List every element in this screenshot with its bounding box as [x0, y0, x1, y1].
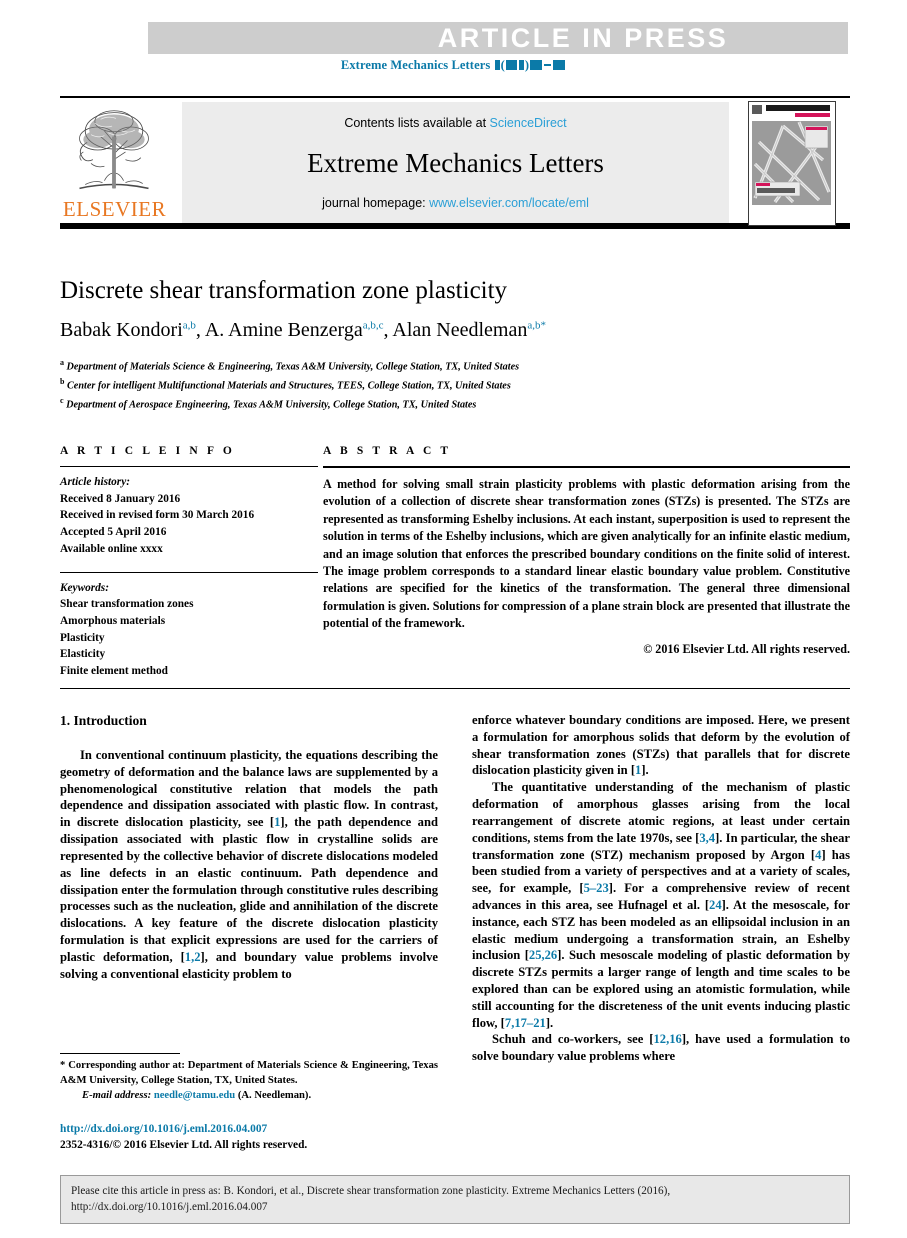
homepage-prefix: journal homepage: [322, 196, 430, 210]
page-title: Discrete shear transformation zone plast… [60, 277, 508, 304]
journal-cover-thumbnail [748, 101, 836, 226]
contents-available-line: Contents lists available at ScienceDirec… [182, 116, 729, 130]
keyword-item: Plasticity [60, 631, 105, 644]
footnote-corresponding-text: Corresponding author at: Department of M… [60, 1060, 438, 1086]
affiliation-item: c Department of Aerospace Engineering, T… [60, 395, 850, 414]
doi-link[interactable]: http://dx.doi.org/10.1016/j.eml.2016.04.… [60, 1122, 438, 1138]
affiliation-item: b Center for intelligent Multifunctional… [60, 376, 850, 395]
abstract-copyright: © 2016 Elsevier Ltd. All rights reserved… [643, 641, 850, 656]
running-head-journal-name: Extreme Mechanics Letters [340, 58, 491, 72]
author-name-3: Alan Needleman [392, 319, 528, 341]
article-history-item: Available online xxxx [60, 542, 163, 555]
citation-ref[interactable]: 5–23 [584, 881, 609, 895]
footnote-email-line: E-mail address: needle@tamu.edu (A. Need… [60, 1089, 438, 1104]
article-info-heading: A R T I C L E I N F O [60, 445, 235, 457]
citation-ref[interactable]: 7,17–21 [505, 1016, 546, 1030]
paragraph-text: The quantitative understanding of the me… [472, 780, 851, 1030]
journal-title: Extreme Mechanics Letters [307, 148, 604, 178]
sciencedirect-link[interactable]: ScienceDirect [490, 116, 567, 130]
citation-ref[interactable]: 12,16 [653, 1032, 681, 1046]
body-column-right: enforce whatever boundary conditions are… [472, 712, 850, 1130]
footnote-star-marker: * [60, 1060, 66, 1071]
elsevier-tree-icon [79, 110, 149, 190]
affiliation-marker-a: a [60, 358, 64, 367]
citation-ref[interactable]: 24 [709, 898, 722, 912]
affiliation-text-a: Department of Materials Science & Engine… [66, 361, 520, 373]
footnote-text: * Corresponding author at: Department of… [60, 1059, 438, 1089]
cite-line-1: Please cite this article in press as: B.… [71, 1185, 671, 1197]
article-history-item: Received 8 January 2016 [60, 492, 181, 505]
abstract-rule [323, 466, 850, 468]
affiliation-text-c: Department of Aerospace Engineering, Tex… [66, 399, 477, 411]
article-in-press-label: ARTICLE IN PRESS [437, 22, 729, 53]
citation-ref[interactable]: 4 [815, 848, 821, 862]
affiliation-text-b: Center for intelligent Multifunctional M… [67, 380, 511, 392]
corresponding-author-marker: * [540, 319, 547, 332]
author-affil-3: a,b [527, 319, 541, 332]
article-info-rule [60, 466, 318, 467]
cover-artwork [749, 102, 835, 225]
article-history-item: Received in revised form 30 March 2016 [60, 509, 255, 522]
affiliation-marker-b: b [60, 376, 65, 386]
body-separator-rule [60, 688, 850, 689]
keyword-item: Elasticity [60, 648, 106, 661]
email-address-label: E-mail address: [82, 1089, 152, 1101]
abstract-block: A B S T R A C T A method for solving sma… [323, 445, 850, 657]
author-email-link[interactable]: needle@tamu.edu [154, 1090, 235, 1101]
keywords-block: Keywords: Shear transformation zones Amo… [60, 571, 318, 680]
paper-page: ARTICLE IN PRESS Extreme Mechanics Lette… [0, 0, 907, 1238]
journal-homepage-link[interactable]: www.elsevier.com/locate/eml [429, 196, 589, 210]
paragraph-text: enforce whatever boundary conditions are… [472, 713, 850, 778]
issn-copyright-line: 2352-4316/© 2016 Elsevier Ltd. All right… [60, 1138, 308, 1151]
citation-ref[interactable]: 1 [635, 763, 641, 777]
citation-ref[interactable]: 3,4 [699, 831, 715, 845]
pages-placeholder [529, 58, 566, 72]
affiliation-list: a Department of Materials Science & Engi… [60, 357, 850, 414]
author-list: Babak Kondoria,b, A. Amine Benzergaa,b,c… [60, 318, 850, 342]
article-in-press-banner: ARTICLE IN PRESS [148, 22, 848, 54]
corresponding-author-footnote: * Corresponding author at: Department of… [60, 1053, 438, 1103]
article-history-item: Accepted 5 April 2016 [60, 526, 167, 539]
article-history-label: Article history: [60, 476, 130, 488]
journal-homepage-line: journal homepage: www.elsevier.com/locat… [182, 196, 729, 210]
keywords-label: Keywords: [60, 581, 109, 594]
abstract-text: A method for solving small strain plasti… [323, 477, 850, 631]
volume-placeholder: () [494, 58, 530, 72]
email-owner-name: (A. Needleman). [237, 1089, 312, 1101]
body-paragraph: Schuh and co-workers, see [12,16], have … [472, 1031, 850, 1065]
contents-prefix: Contents lists available at [344, 116, 490, 130]
section-heading-introduction: 1. Introduction [60, 713, 147, 728]
paragraph-text: Schuh and co-workers, see [12,16], have … [472, 1032, 850, 1064]
keywords-rule [60, 571, 318, 573]
keyword-item: Shear transformation zones [60, 598, 194, 611]
author-affil-1: a,b [182, 319, 196, 332]
citation-ref[interactable]: 25,26 [529, 948, 557, 962]
footnote-rule [60, 1053, 180, 1054]
keyword-item: Amorphous materials [60, 615, 166, 628]
cite-this-article-footer: Please cite this article in press as: B.… [60, 1175, 850, 1225]
body-paragraph: enforce whatever boundary conditions are… [472, 712, 850, 779]
elsevier-wordmark: ELSEVIER [62, 197, 167, 221]
body-paragraph: The quantitative understanding of the me… [472, 779, 850, 1031]
citation-ref[interactable]: 1 [274, 815, 280, 829]
abstract-heading: A B S T R A C T [323, 445, 452, 457]
author-affil-2: a,b,c [362, 319, 384, 332]
keyword-item: Finite element method [60, 665, 168, 678]
body-column-left: 1. Introduction In conventional continuu… [60, 712, 438, 1042]
affiliation-item: a Department of Materials Science & Engi… [60, 357, 850, 376]
elsevier-logo: ELSEVIER [62, 102, 167, 224]
author-sep-1: , [195, 319, 205, 341]
masthead-center-panel: Contents lists available at ScienceDirec… [182, 102, 729, 223]
affiliation-marker-c: c [60, 395, 64, 405]
author-name-1: Babak Kondori [60, 319, 183, 341]
citation-ref[interactable]: 1,2 [185, 950, 201, 964]
journal-running-head: Extreme Mechanics Letters () [0, 58, 907, 73]
author-name-2: A. Amine Benzerga [204, 319, 363, 341]
doi-and-issn-block: http://dx.doi.org/10.1016/j.eml.2016.04.… [60, 1122, 438, 1153]
cite-line-2: http://dx.doi.org/10.1016/j.eml.2016.04.… [71, 1201, 268, 1214]
paragraph-text: In conventional continuum plasticity, th… [60, 748, 439, 981]
body-paragraph: In conventional continuum plasticity, th… [60, 747, 438, 982]
article-info-block: A R T I C L E I N F O Article history: R… [60, 445, 318, 680]
